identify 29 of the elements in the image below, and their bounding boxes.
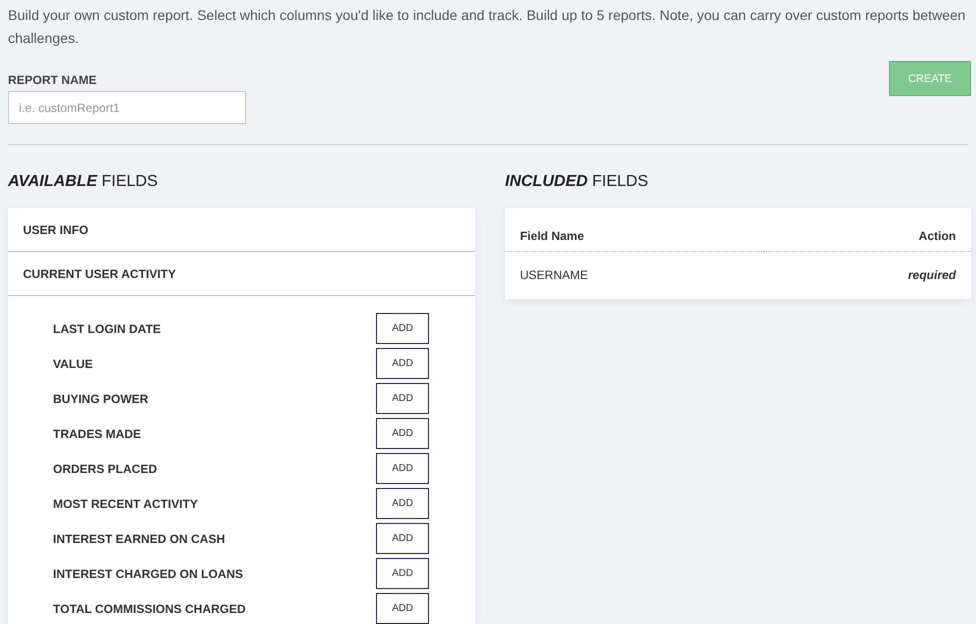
field-name: VALUE xyxy=(53,356,94,370)
field-name: BUYING POWER xyxy=(53,392,150,406)
add-button[interactable]: ADD xyxy=(376,558,429,589)
field-name: LAST LOGIN DATE xyxy=(53,322,162,336)
column-header: Field Name xyxy=(505,221,764,252)
column-header: Action xyxy=(764,221,971,252)
add-button[interactable]: ADD xyxy=(376,313,429,344)
add-button[interactable]: ADD xyxy=(376,523,429,554)
add-button[interactable]: ADD xyxy=(376,383,429,414)
add-button[interactable]: ADD xyxy=(376,348,429,379)
included-fields-heading: INCLUDED FIELDS xyxy=(505,173,650,191)
add-button[interactable]: ADD xyxy=(376,418,429,449)
field-name: TRADES MADE xyxy=(53,426,142,440)
table-cell: USERNAME xyxy=(505,252,764,299)
available-fields-heading: AVAILABLE FIELDS xyxy=(8,173,159,191)
add-button[interactable]: ADD xyxy=(376,453,429,484)
table-cell: required xyxy=(764,252,971,299)
report-name-field[interactable]: i.e. customReport1 xyxy=(8,91,246,124)
field-name: INTEREST CHARGED ON LOANS xyxy=(53,566,244,580)
intro-text: Build your own custom report. Select which columns you'd like to include and track. Build up to 5 reports. Note, you can carry over custom reports between challenges. xyxy=(8,6,966,48)
section-header[interactable]: USER INFO xyxy=(8,208,475,252)
field-name: TOTAL COMMISSIONS CHARGED xyxy=(53,602,247,616)
field-name: MOST RECENT ACTIVITY xyxy=(53,496,199,510)
field-name: INTEREST EARNED ON CASH xyxy=(53,532,226,546)
report-name-label: REPORT NAME xyxy=(8,73,98,87)
field-name: ORDERS PLACED xyxy=(53,462,158,476)
section-header[interactable]: CURRENT USER ACTIVITY xyxy=(8,252,475,296)
add-button[interactable]: ADD xyxy=(376,488,429,519)
add-button[interactable]: ADD xyxy=(376,593,429,624)
